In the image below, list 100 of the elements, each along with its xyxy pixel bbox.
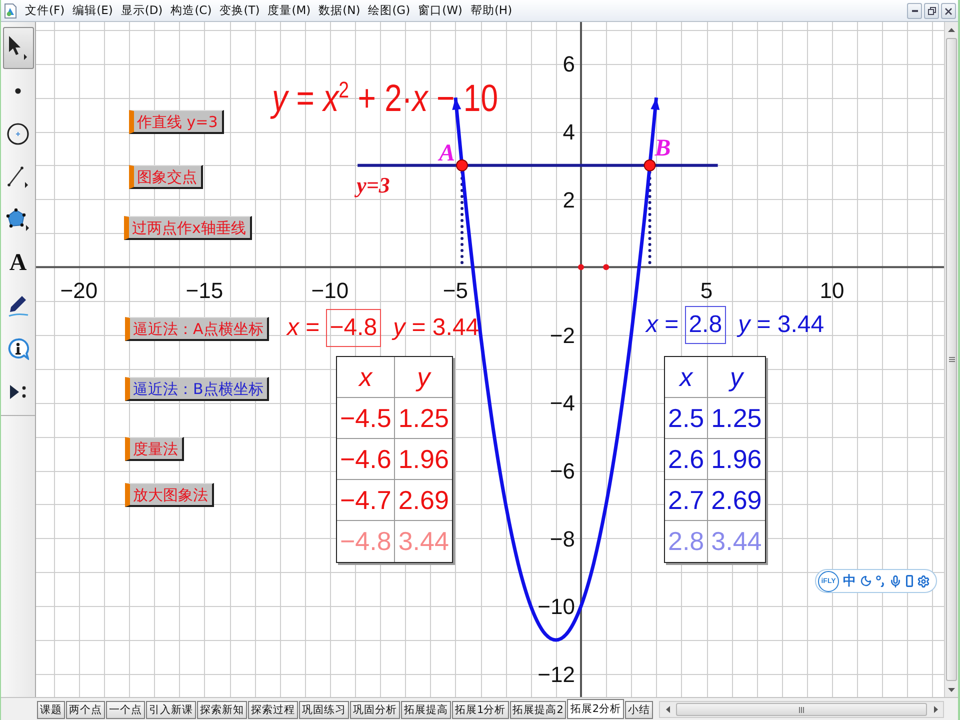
axis-tick-label: −5 [442, 278, 468, 304]
grip-icon [799, 706, 804, 712]
sheet-tab[interactable]: 拓展1分析 [452, 701, 509, 719]
scrollbar-thumb[interactable] [946, 38, 957, 681]
table-cell: 2.8 [665, 521, 708, 562]
menu-item[interactable]: 帮助(H) [466, 3, 516, 18]
intersection-point[interactable] [456, 159, 468, 172]
table-cell: 2.7 [665, 480, 708, 521]
menu-item[interactable]: 度量(M) [264, 3, 315, 18]
sheet-tab[interactable]: 小结 [625, 701, 654, 719]
pen-icon [7, 295, 29, 317]
menu-item[interactable]: 绘图(G) [364, 3, 414, 18]
table-cell: −4.6 [337, 439, 396, 480]
circle-icon [7, 123, 29, 145]
arrow-tool-button[interactable] [2, 27, 34, 69]
point-marker[interactable] [603, 264, 610, 270]
rectangle-icon[interactable] [906, 575, 913, 587]
axis-tick-label: −4 [550, 390, 575, 416]
restore-icon [928, 7, 936, 15]
minimize-button[interactable] [907, 3, 922, 19]
info-icon [7, 338, 29, 360]
sheet-tab[interactable]: 一个点 [106, 701, 145, 719]
point-marker[interactable] [578, 264, 584, 270]
x-equals-label: x = [646, 310, 679, 339]
axis-tick-label: −10 [311, 278, 349, 304]
input-mode-toggle[interactable]: 中 [843, 572, 856, 590]
minimize-icon [912, 10, 918, 12]
axis-tick-label: −12 [538, 662, 575, 687]
axis-tick-label: 10 [820, 278, 844, 304]
close-icon [945, 8, 952, 14]
menu-item[interactable]: 编辑(E) [68, 3, 117, 18]
point-label: B [654, 135, 671, 162]
restore-button[interactable] [924, 3, 939, 19]
table-header-cell: y [708, 357, 765, 398]
x-value: 2.8 [684, 306, 726, 344]
y-value-label: y = 3.44 [738, 310, 824, 339]
sheet-tab[interactable]: 巩固练习 [299, 701, 349, 719]
settings-icon[interactable] [917, 574, 930, 588]
pentagon-icon [6, 208, 30, 232]
table-cell: −4.7 [337, 480, 396, 521]
table-cell: 2.69 [708, 480, 765, 521]
axis-tick-label: −20 [60, 278, 98, 304]
table-cell: 2.69 [395, 480, 452, 521]
x-value: −4.8 [326, 309, 382, 347]
menu-item[interactable]: 构造(C) [166, 3, 216, 18]
menu-item[interactable]: 数据(N) [314, 3, 364, 18]
function-label: y = x$^{2}$ + 2·x − 10 [272, 76, 498, 122]
sheet-tab[interactable]: 探索新知 [197, 701, 247, 719]
table-cell: 1.96 [708, 439, 765, 480]
moon-icon[interactable] [860, 575, 872, 587]
table-cell: −4.5 [337, 398, 396, 439]
sheet-tab[interactable]: 巩固分析 [350, 701, 400, 719]
microphone-icon[interactable] [889, 574, 902, 588]
axis-tick-label: −2 [550, 322, 575, 348]
caret-down-icon [948, 688, 955, 692]
close-button[interactable] [941, 3, 956, 19]
dot-icon [15, 88, 21, 94]
sheet-tab[interactable]: 拓展2分析 [567, 699, 624, 719]
table-cell: −4.8 [337, 521, 396, 562]
intersection-point[interactable] [644, 159, 656, 172]
table-header-cell: x [337, 357, 396, 398]
triangle-dots-icon [8, 382, 28, 402]
table-header-cell: x [665, 357, 708, 398]
menu-item[interactable]: 变换(T) [216, 3, 264, 18]
axis-tick-label: −8 [550, 526, 575, 552]
sheet-tab[interactable]: 课题 [37, 701, 65, 719]
point-label: A [439, 140, 455, 166]
arrow-cursor-icon [8, 36, 28, 60]
menu-item[interactable]: 文件(F) [21, 3, 69, 18]
table-cell: 1.25 [395, 398, 452, 439]
sheet-tab[interactable]: 拓展提高2 [510, 701, 566, 719]
axis-tick-label: 5 [700, 278, 713, 304]
scrollbar-thumb[interactable] [676, 703, 927, 716]
sheet-tab[interactable]: 拓展提高 [401, 701, 451, 719]
menu-item[interactable]: 窗口(W) [414, 3, 466, 18]
axis-tick-label: −6 [550, 458, 575, 484]
caret-right-icon [934, 706, 938, 713]
menu-item[interactable]: 显示(D) [116, 3, 167, 18]
action-button[interactable]: 逼近法：B点横坐标 [125, 377, 270, 401]
sheet-tab[interactable]: 引入新课 [146, 701, 196, 719]
caret-up-icon [948, 28, 955, 32]
table-cell-text: 3.44 [397, 525, 450, 558]
sheet-tab[interactable]: 两个点 [66, 701, 105, 719]
table-cell: 1.96 [395, 439, 452, 480]
axis-tick-label: 6 [562, 52, 575, 77]
x-equals-label: x = [287, 314, 320, 342]
caret-left-icon [666, 706, 670, 713]
text-tool-button[interactable]: A [2, 242, 34, 284]
line-segment-icon [7, 166, 29, 188]
y-value-label: y = 3.44 [393, 314, 480, 342]
line-label: y=3 [356, 172, 390, 198]
sheet-tab[interactable]: 探索过程 [248, 701, 298, 719]
table-cell: 2.5 [665, 398, 708, 439]
table-cell-text: 3.44 [710, 525, 763, 558]
axis-tick-label: −15 [186, 278, 224, 304]
table-header-cell: y [395, 357, 452, 398]
punctuation-icon[interactable] [876, 575, 885, 587]
grip-icon [948, 357, 954, 362]
app-icon [3, 2, 18, 18]
table-cell: 1.25 [708, 398, 765, 439]
